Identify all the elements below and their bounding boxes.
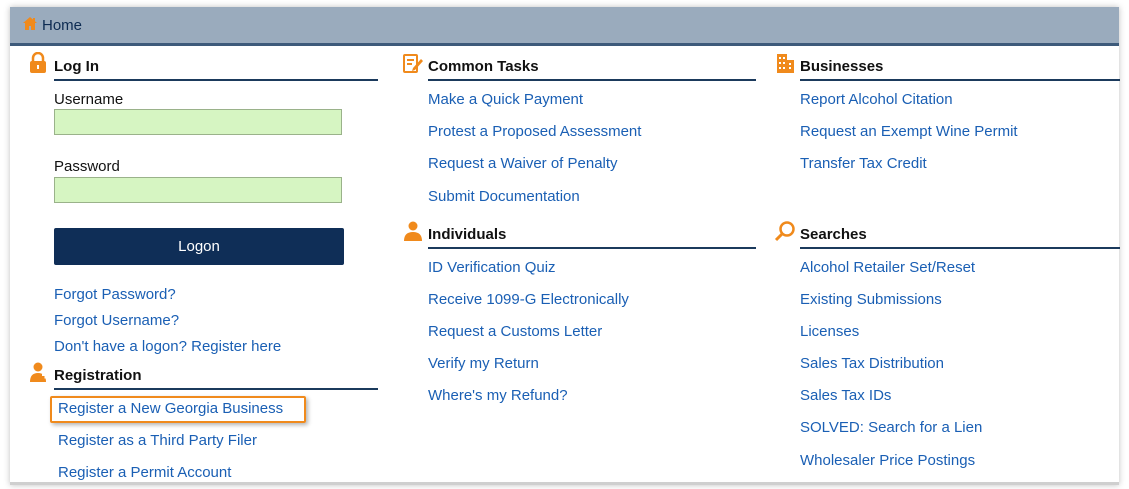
report-alcohol-citation-link[interactable]: Report Alcohol Citation xyxy=(800,91,953,108)
home-link[interactable]: Home xyxy=(42,17,82,34)
businesses-title: Businesses xyxy=(800,58,884,75)
logon-button[interactable]: Logon xyxy=(54,228,344,265)
waiver-penalty-link[interactable]: Request a Waiver of Penalty xyxy=(428,155,618,172)
transfer-tax-credit-link[interactable]: Transfer Tax Credit xyxy=(800,155,927,172)
person-icon xyxy=(402,220,424,247)
individuals-title: Individuals xyxy=(428,226,507,243)
receive-1099g-link[interactable]: Receive 1099-G Electronically xyxy=(428,291,629,308)
existing-submissions-link[interactable]: Existing Submissions xyxy=(800,291,942,308)
individuals-section-header: Individuals xyxy=(404,221,756,249)
submit-documentation-link[interactable]: Submit Documentation xyxy=(428,188,580,205)
add-user-icon xyxy=(28,361,50,388)
home-icon[interactable] xyxy=(22,16,38,36)
sales-tax-ids-link[interactable]: Sales Tax IDs xyxy=(800,387,891,404)
top-nav-bar: Home xyxy=(10,7,1119,46)
register-permit-account-link[interactable]: Register a Permit Account xyxy=(58,464,231,481)
businesses-section-header: Businesses xyxy=(777,54,1120,81)
protest-assessment-link[interactable]: Protest a Proposed Assessment xyxy=(428,123,641,140)
searches-section-header: Searches xyxy=(774,221,1120,249)
bottom-divider xyxy=(10,482,1119,485)
searches-title: Searches xyxy=(800,226,867,243)
registration-section-header: Registration xyxy=(30,362,378,390)
wheres-my-refund-link[interactable]: Where's my Refund? xyxy=(428,387,568,404)
wholesaler-price-link[interactable]: Wholesaler Price Postings xyxy=(800,452,975,469)
register-here-link[interactable]: Don't have a logon? Register here xyxy=(54,338,281,355)
customs-letter-link[interactable]: Request a Customs Letter xyxy=(428,323,602,340)
search-lien-link[interactable]: SOLVED: Search for a Lien xyxy=(800,419,982,436)
building-icon xyxy=(774,52,796,79)
lock-icon xyxy=(28,51,48,79)
registration-title: Registration xyxy=(54,367,142,384)
verify-return-link[interactable]: Verify my Return xyxy=(428,355,539,372)
common-tasks-title: Common Tasks xyxy=(428,58,539,75)
quick-payment-link[interactable]: Make a Quick Payment xyxy=(428,91,583,108)
username-label: Username xyxy=(54,91,124,108)
edit-icon xyxy=(402,52,424,79)
common-tasks-section-header: Common Tasks xyxy=(403,54,756,81)
page-frame: Home Log In Username Password Logon Forg… xyxy=(10,7,1120,485)
search-icon xyxy=(774,220,796,247)
forgot-username-link[interactable]: Forgot Username? xyxy=(54,312,179,329)
alcohol-retailer-link[interactable]: Alcohol Retailer Set/Reset xyxy=(800,259,975,276)
id-verification-link[interactable]: ID Verification Quiz xyxy=(428,259,556,276)
forgot-password-link[interactable]: Forgot Password? xyxy=(54,286,176,303)
login-title: Log In xyxy=(54,58,99,75)
password-field[interactable] xyxy=(54,177,342,203)
register-third-party-link[interactable]: Register as a Third Party Filer xyxy=(58,432,257,449)
licenses-link[interactable]: Licenses xyxy=(800,323,859,340)
password-label: Password xyxy=(54,158,120,175)
register-new-business-link[interactable]: Register a New Georgia Business xyxy=(58,400,283,417)
username-field[interactable] xyxy=(54,109,342,135)
exempt-wine-permit-link[interactable]: Request an Exempt Wine Permit xyxy=(800,123,1018,140)
sales-tax-distribution-link[interactable]: Sales Tax Distribution xyxy=(800,355,944,372)
login-section-header: Log In xyxy=(30,51,378,81)
